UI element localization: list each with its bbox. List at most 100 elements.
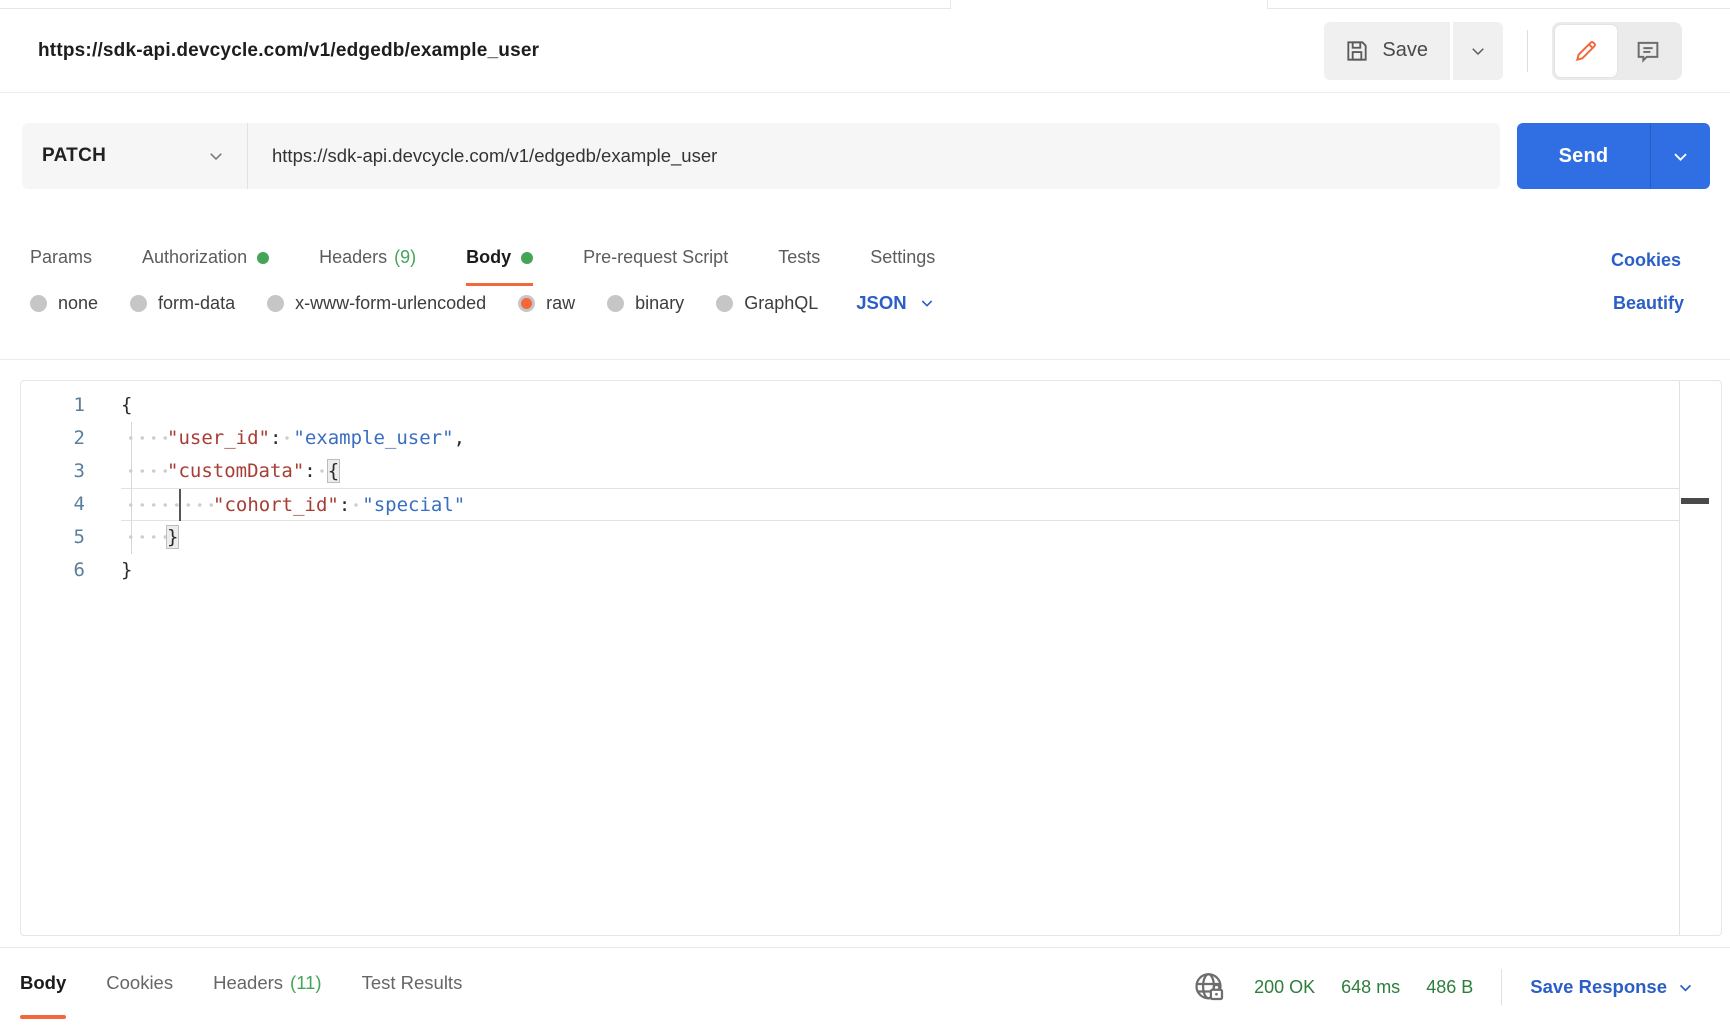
response-tab-cookies[interactable]: Cookies — [106, 972, 173, 994]
tab-label: Params — [30, 247, 92, 268]
body-type-x-www-form-urlencoded[interactable]: x-www-form-urlencoded — [267, 293, 486, 314]
body-type-graphql[interactable]: GraphQL — [716, 293, 818, 314]
tab-label: Test Results — [362, 972, 463, 994]
indent-dots — [121, 521, 167, 553]
header-separator — [1527, 30, 1528, 72]
token-colon: : — [270, 427, 281, 449]
tab-headers[interactable]: Headers (9) — [319, 247, 416, 286]
response-tab-headers[interactable]: Headers (11) — [213, 972, 321, 994]
comments-button[interactable] — [1617, 25, 1679, 77]
token-string: "special" — [362, 494, 465, 516]
radio-label: form-data — [158, 293, 235, 314]
line-number: 6 — [21, 554, 85, 587]
body-editor[interactable]: 1 { 2 "user_id":"example_user", 3 "custo… — [20, 380, 1722, 936]
radio-label: x-www-form-urlencoded — [295, 293, 486, 314]
indent-dots — [121, 455, 167, 487]
radio-icon-selected — [518, 295, 535, 312]
request-tabs: Params Authorization Headers (9) Body Pr… — [30, 228, 1730, 286]
globe-lock-icon — [1192, 969, 1228, 1005]
body-type-form-data[interactable]: form-data — [130, 293, 235, 314]
tab-label: Settings — [870, 247, 935, 268]
save-button[interactable]: Save — [1324, 22, 1450, 80]
tab-tests[interactable]: Tests — [778, 247, 820, 286]
save-response-button[interactable]: Save Response — [1530, 976, 1694, 998]
send-button[interactable]: Send — [1517, 123, 1650, 189]
radio-label: binary — [635, 293, 684, 314]
chevron-down-icon — [1671, 147, 1690, 166]
code-line-3: 3 "customData":{ — [21, 455, 1679, 488]
tab-settings[interactable]: Settings — [870, 247, 935, 286]
tab-body[interactable]: Body — [466, 247, 533, 286]
section-divider — [0, 359, 1730, 360]
cookies-link[interactable]: Cookies — [1611, 250, 1681, 271]
body-type-bar: none form-data x-www-form-urlencoded raw… — [30, 284, 1730, 322]
response-tab-test-results[interactable]: Test Results — [362, 972, 463, 994]
response-tab-body[interactable]: Body — [20, 972, 66, 994]
indent-dots — [167, 489, 213, 521]
tab-authorization[interactable]: Authorization — [142, 247, 269, 286]
whitespace-dot — [281, 422, 293, 454]
token-colon: : — [339, 494, 350, 516]
active-request-tab[interactable] — [950, 0, 1268, 9]
tab-label: Body — [466, 247, 511, 268]
token-key: "cohort_id" — [213, 494, 339, 516]
tab-label: Headers — [319, 247, 387, 268]
indent-dots — [121, 422, 167, 454]
indent-dots — [121, 489, 167, 521]
tab-params[interactable]: Params — [30, 247, 92, 286]
request-title: https://sdk-api.devcycle.com/v1/edgedb/e… — [38, 40, 539, 62]
status-code: 200 OK — [1254, 977, 1315, 998]
body-type-binary[interactable]: binary — [607, 293, 684, 314]
footer-separator — [1501, 969, 1502, 1005]
text-cursor — [179, 489, 181, 521]
tab-pre-request-script[interactable]: Pre-request Script — [583, 247, 728, 286]
language-value: JSON — [856, 292, 906, 314]
response-size: 486 B — [1426, 977, 1473, 998]
url-bar: PATCH — [22, 123, 1500, 189]
tab-label: Authorization — [142, 247, 247, 268]
url-input[interactable] — [248, 123, 1500, 189]
radio-label: raw — [546, 293, 575, 314]
pencil-icon — [1573, 38, 1599, 64]
chevron-down-icon — [207, 147, 225, 165]
beautify-link[interactable]: Beautify — [1613, 293, 1684, 314]
code-area[interactable]: 1 { 2 "user_id":"example_user", 3 "custo… — [21, 389, 1679, 587]
tab-strip — [0, 0, 1730, 9]
code-line-4-active: 4 "cohort_id":"special" — [21, 488, 1679, 521]
postman-request-window: { "header": { "title": "https://sdk-api.… — [0, 0, 1730, 1030]
save-split-button: Save — [1324, 22, 1503, 80]
green-dot-indicator — [521, 252, 533, 264]
comment-icon — [1634, 37, 1662, 65]
chevron-down-icon — [1469, 42, 1487, 60]
save-options-button[interactable] — [1453, 22, 1503, 80]
response-tabs: Body Cookies Headers (11) Test Results — [20, 972, 502, 994]
save-response-label: Save Response — [1530, 976, 1667, 998]
save-button-label: Save — [1382, 39, 1428, 62]
radio-label: none — [58, 293, 98, 314]
whitespace-dot — [316, 455, 328, 487]
response-time: 648 ms — [1341, 977, 1400, 998]
request-header: https://sdk-api.devcycle.com/v1/edgedb/e… — [0, 9, 1730, 93]
send-split-button: Send — [1517, 123, 1710, 189]
method-select[interactable]: PATCH — [22, 123, 248, 189]
radio-icon — [716, 295, 733, 312]
edit-comment-toggle — [1552, 22, 1682, 80]
language-select[interactable]: JSON — [856, 292, 934, 314]
tab-label: Cookies — [106, 972, 173, 994]
chevron-down-icon — [1667, 979, 1694, 996]
code-line-5: 5 } — [21, 521, 1679, 554]
whitespace-dot — [350, 489, 362, 521]
tab-label: Pre-request Script — [583, 247, 728, 268]
body-type-raw[interactable]: raw — [518, 293, 575, 314]
editor-scrollbar[interactable] — [1679, 381, 1721, 935]
radio-icon — [267, 295, 284, 312]
chevron-down-icon — [907, 295, 935, 311]
tab-label: Headers — [213, 972, 283, 994]
code-line-1: 1 { — [21, 389, 1679, 422]
token-colon: : — [304, 460, 315, 482]
tab-label: Tests — [778, 247, 820, 268]
tab-label: Body — [20, 972, 66, 994]
send-options-button[interactable] — [1650, 123, 1710, 189]
body-type-none[interactable]: none — [30, 293, 98, 314]
edit-mode-button[interactable] — [1555, 25, 1617, 77]
